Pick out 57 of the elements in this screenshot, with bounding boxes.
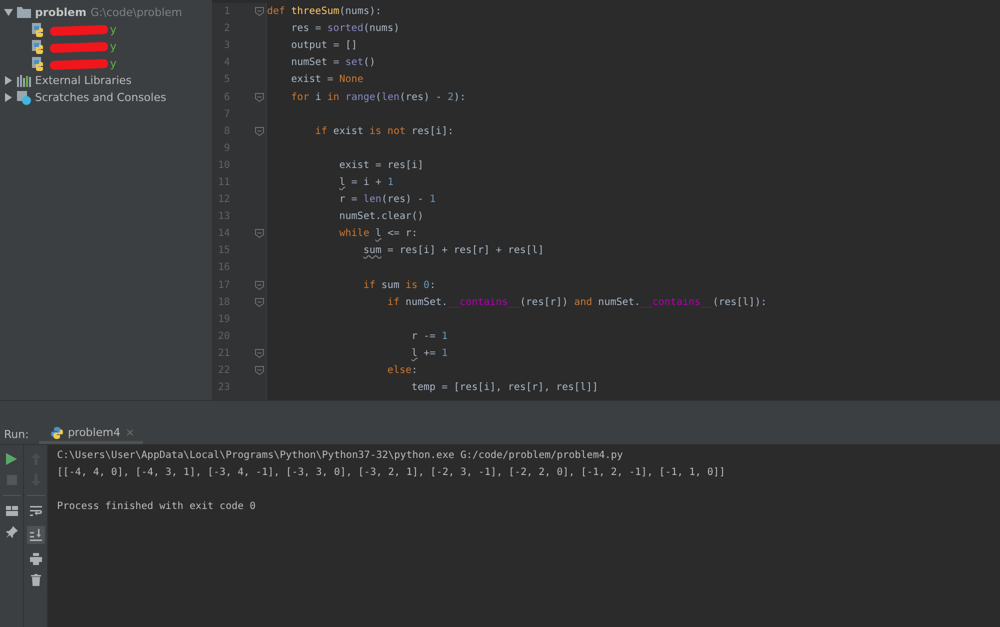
code-line: exist = res[i] — [338, 160, 424, 171]
fold-icon[interactable] — [255, 280, 264, 290]
fold-icon[interactable] — [255, 126, 264, 136]
console-line: [[-4, 4, 0], [-4, 3, 1], [-3, 4, -1], [-3, 3, 0], [-3, 2, 1], [-2, 3, -1], [-2, 2, 0], [-1, 2, -1], [-1, 1, 0]] — [57, 466, 726, 480]
python-icon — [50, 426, 63, 438]
fold-icon[interactable] — [255, 7, 264, 16]
project-name[interactable]: problem — [35, 6, 86, 19]
run-label: Run: — [3, 428, 30, 440]
code-line: l = i + 1 — [338, 176, 394, 188]
code-line: for i in range(len(res) - 2): — [290, 92, 466, 103]
code-line: res = sorted(nums) — [290, 23, 400, 34]
tree-item[interactable]: External Libraries — [35, 74, 132, 87]
python-file-icon — [32, 56, 46, 70]
file-name[interactable]: y — [50, 56, 120, 70]
fold-icon[interactable] — [255, 229, 264, 238]
soft-wrap-icon[interactable] — [30, 505, 42, 517]
code-line: r -= 1 — [410, 330, 448, 342]
code-line: r = len(res) - 1 — [338, 194, 436, 206]
scratches-icon — [17, 90, 31, 104]
fold-icon[interactable] — [255, 298, 264, 307]
code-line: if sum is 0: — [362, 280, 436, 291]
code-line: while l <= r: — [338, 228, 418, 240]
console-line: Process finished with exit code 0 — [57, 500, 257, 514]
code-line: temp = [res[i], res[r], res[l]] — [410, 382, 598, 394]
file-name[interactable]: y — [50, 40, 120, 54]
python-file-icon — [32, 22, 46, 36]
tree-item[interactable]: Scratches and Consoles — [35, 91, 166, 104]
run-tab[interactable]: problem4 × — [38, 424, 143, 444]
trash-icon[interactable] — [30, 574, 40, 586]
file-name[interactable]: y — [50, 22, 120, 36]
code-line: exist = None — [290, 74, 364, 86]
pin-icon[interactable] — [6, 526, 18, 538]
code-line: l += 1 — [410, 348, 448, 359]
expand-arrow-icon[interactable] — [4, 93, 13, 102]
code-line: sum = res[i] + res[r] + res[l] — [362, 245, 544, 256]
code-line: output = [] — [290, 40, 358, 52]
code-line: else: — [386, 365, 418, 376]
run-icon[interactable] — [6, 453, 17, 465]
code-line: if exist is not res[i]: — [314, 126, 454, 137]
code-line: def threeSum(nums): — [267, 6, 382, 18]
fold-icon[interactable] — [255, 348, 264, 358]
fold-icon[interactable] — [255, 366, 264, 376]
code-line: if numSet.__contains__(res[r]) and numSet.__contains__(res[l]): — [386, 296, 767, 308]
expand-arrow-icon[interactable] — [4, 8, 13, 17]
layout-icon[interactable] — [6, 506, 18, 516]
code-line: numSet = set() — [290, 57, 376, 68]
library-icon — [17, 74, 31, 86]
print-icon[interactable] — [30, 553, 42, 565]
console-line: C:\Users\User\AppData\Local\Programs\Python\Python37-32\python.exe G:/code/problem/problem4.py — [57, 449, 624, 463]
scroll-to-end-button[interactable] — [26, 526, 44, 544]
expand-arrow-icon[interactable] — [4, 76, 13, 85]
stop-icon[interactable] — [6, 475, 16, 485]
folder-icon — [17, 7, 31, 18]
python-file-icon — [32, 40, 46, 54]
fold-icon[interactable] — [255, 92, 264, 102]
code-line: numSet.clear() — [338, 211, 424, 222]
project-path: G:\code\problem — [90, 6, 182, 19]
